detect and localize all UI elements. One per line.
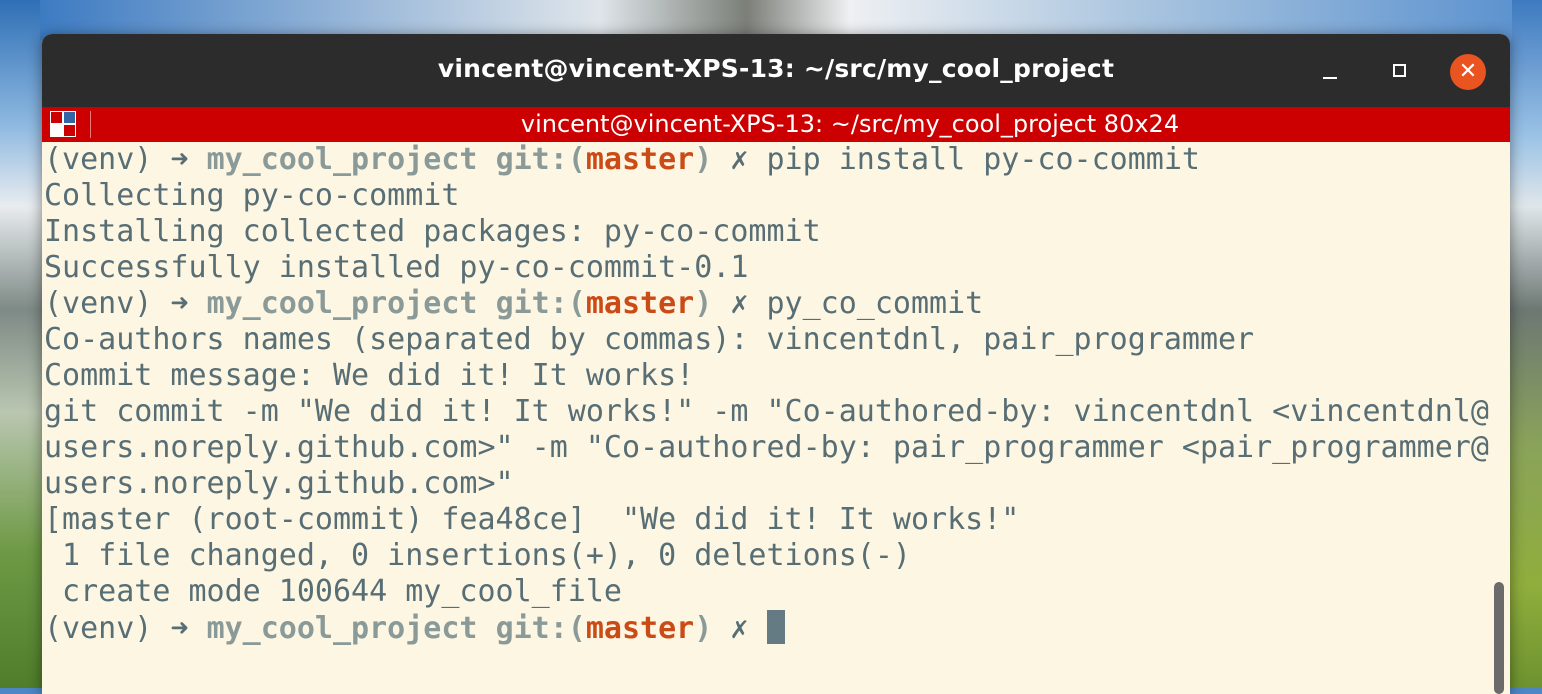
output-line: create mode 100644 my_cool_file — [44, 574, 622, 609]
command-text: pip install py-co-commit — [766, 142, 1200, 177]
git-suffix: ) — [694, 142, 713, 177]
terminal-window: vincent@vincent-XPS-13: ~/src/my_cool_pr… — [42, 34, 1510, 694]
command-text: py_co_commit — [766, 286, 984, 321]
prompt-dir: my_cool_project — [206, 142, 478, 177]
output-line: Commit message: We did it! It works! — [44, 358, 695, 393]
tab-title: vincent@vincent-XPS-13: ~/src/my_cool_pr… — [520, 110, 1180, 138]
desktop-wallpaper-left — [0, 0, 48, 688]
prompt-arrow-icon: ➜ — [170, 611, 189, 646]
git-suffix: ) — [694, 286, 713, 321]
git-prefix: git:( — [495, 286, 586, 321]
prompt-arrow-icon: ➜ — [170, 142, 189, 177]
terminal-output[interactable]: (venv) ➜ my_cool_project git:(master) ✗ … — [42, 142, 1492, 694]
prompt-dir: my_cool_project — [206, 286, 478, 321]
dirty-icon: ✗ — [730, 286, 749, 321]
git-suffix: ) — [694, 611, 713, 646]
minimize-button[interactable] — [1311, 54, 1347, 90]
close-icon: ✕ — [1458, 59, 1478, 84]
output-line: git commit -m "We did it! It works!" -m … — [44, 394, 1489, 429]
git-branch: master — [585, 142, 695, 177]
output-line: Co-authors names (separated by commas): … — [44, 322, 1255, 357]
prompt-arrow-icon: ➜ — [170, 286, 189, 321]
git-branch: master — [585, 611, 695, 646]
dirty-icon: ✗ — [730, 142, 749, 177]
window-titlebar[interactable]: vincent@vincent-XPS-13: ~/src/my_cool_pr… — [42, 34, 1510, 107]
output-line: Collecting py-co-commit — [44, 178, 460, 213]
git-prefix: git:( — [495, 611, 586, 646]
output-line: Installing collected packages: py-co-com… — [44, 214, 821, 249]
venv-label: (venv) — [44, 286, 153, 321]
dirty-icon: ✗ — [730, 611, 749, 646]
output-line: [master (root-commit) fea48ce] "We did i… — [44, 502, 1020, 537]
prompt-line-1: (venv) ➜ my_cool_project git:(master) ✗ … — [42, 142, 1492, 178]
close-button[interactable]: ✕ — [1450, 54, 1486, 90]
git-branch: master — [585, 286, 695, 321]
prompt-line-2: (venv) ➜ my_cool_project git:(master) ✗ … — [42, 286, 1492, 322]
terminal-tab-bar: vincent@vincent-XPS-13: ~/src/my_cool_pr… — [42, 107, 1510, 142]
output-line: users.noreply.github.com>" — [44, 466, 514, 501]
git-prefix: git:( — [495, 142, 586, 177]
venv-label: (venv) — [44, 611, 153, 646]
prompt-dir: my_cool_project — [206, 611, 478, 646]
output-line: Successfully installed py-co-commit-0.1 — [44, 250, 749, 285]
maximize-button[interactable] — [1382, 54, 1418, 90]
output-line: 1 file changed, 0 insertions(+), 0 delet… — [44, 538, 911, 573]
output-line: users.noreply.github.com>" -m "Co-author… — [44, 430, 1489, 465]
scrollbar-thumb[interactable] — [1494, 582, 1504, 694]
terminal-cursor — [766, 610, 785, 644]
window-title: vincent@vincent-XPS-13: ~/src/my_cool_pr… — [437, 54, 1115, 83]
prompt-line-3[interactable]: (venv) ➜ my_cool_project git:(master) ✗ — [42, 610, 1492, 646]
venv-label: (venv) — [44, 142, 153, 177]
